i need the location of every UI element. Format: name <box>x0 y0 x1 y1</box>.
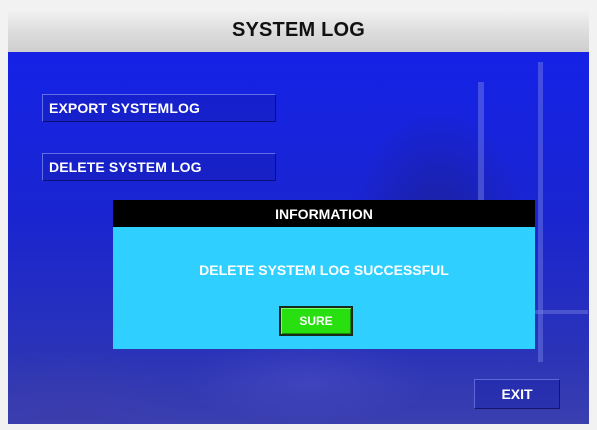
sure-button-label: SURE <box>299 314 333 328</box>
sure-button-face: SURE <box>281 308 351 334</box>
dialog-message: DELETE SYSTEM LOG SUCCESSFUL <box>199 262 449 278</box>
background-pole <box>528 310 588 314</box>
delete-system-log-button[interactable]: DELETE SYSTEM LOG <box>42 153 276 181</box>
exit-button[interactable]: EXIT <box>474 379 560 409</box>
dialog-body: DELETE SYSTEM LOG SUCCESSFUL SURE <box>113 227 535 349</box>
exit-button-label: EXIT <box>501 386 533 402</box>
delete-system-log-label: DELETE SYSTEM LOG <box>49 159 202 175</box>
title-bar: SYSTEM LOG <box>8 8 589 52</box>
dialog-title: INFORMATION <box>275 205 373 222</box>
export-systemlog-button[interactable]: EXPORT SYSTEMLOG <box>42 94 276 122</box>
window-title: SYSTEM LOG <box>231 18 366 41</box>
dialog-header: INFORMATION <box>113 200 535 227</box>
screen-frame: SYSTEM LOG EXPORT SYSTEMLOG DELETE SYSTE… <box>8 8 589 424</box>
information-dialog: INFORMATION DELETE SYSTEM LOG SUCCESSFUL… <box>113 200 535 349</box>
export-systemlog-label: EXPORT SYSTEMLOG <box>49 100 200 116</box>
sure-button[interactable]: SURE <box>279 306 353 336</box>
background-pole <box>538 62 543 362</box>
